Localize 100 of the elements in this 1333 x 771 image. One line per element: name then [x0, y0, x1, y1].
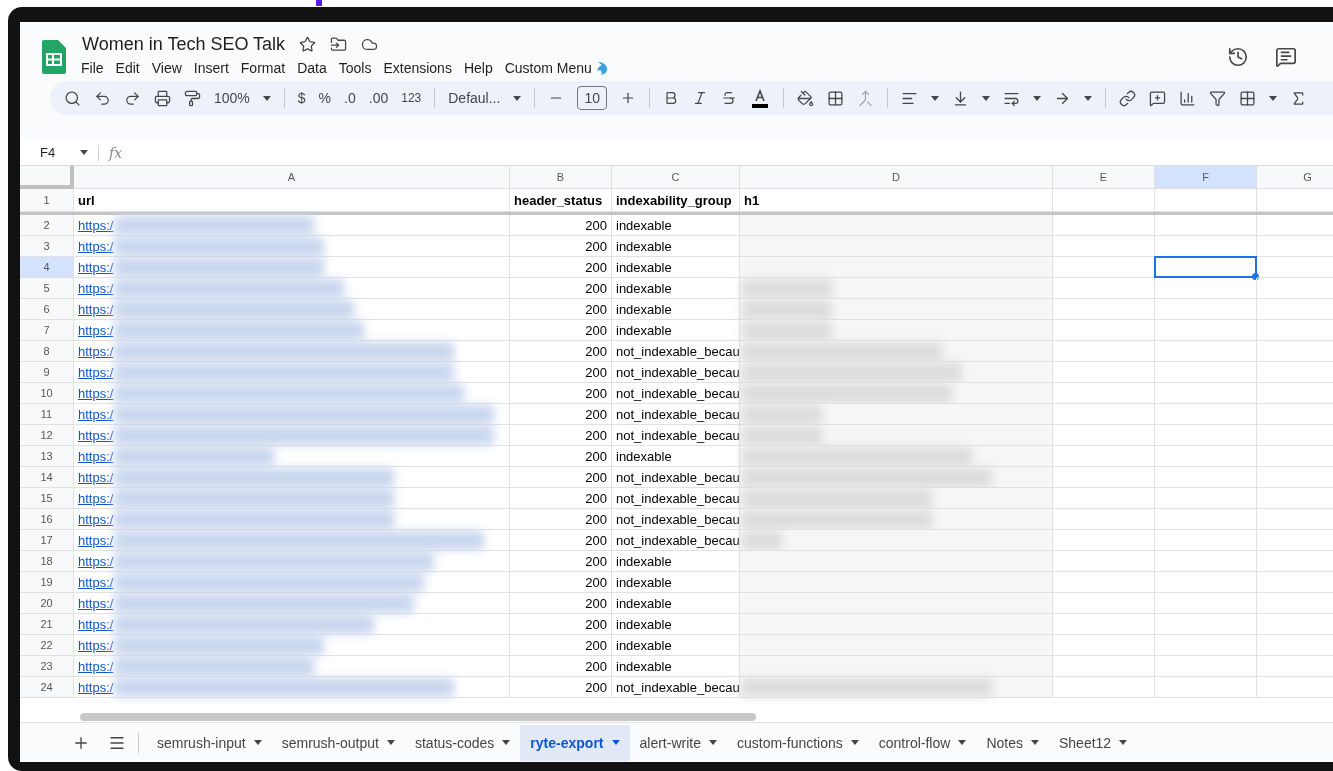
- column-header[interactable]: D: [740, 166, 1053, 189]
- empty-cell[interactable]: [1155, 530, 1257, 551]
- url-link[interactable]: https:/: [78, 280, 114, 296]
- url-link[interactable]: https:/: [78, 679, 114, 695]
- row-number[interactable]: 8: [20, 341, 74, 362]
- empty-cell[interactable]: [1155, 635, 1257, 656]
- empty-cell[interactable]: [1155, 656, 1257, 677]
- column-header[interactable]: A: [74, 166, 510, 189]
- row-number[interactable]: 18: [20, 551, 74, 572]
- sheet-tab[interactable]: custom-functions: [726, 724, 869, 761]
- sheet-tab[interactable]: Sheet12: [1048, 724, 1138, 761]
- merge-icon[interactable]: [856, 89, 874, 107]
- row-number[interactable]: 3: [20, 236, 74, 257]
- font-dropdown[interactable]: Defaul...: [448, 90, 501, 106]
- text-color-icon[interactable]: [749, 88, 770, 108]
- name-box[interactable]: F4: [40, 145, 70, 160]
- url-link[interactable]: https:/: [78, 217, 114, 233]
- row-number[interactable]: 9: [20, 362, 74, 383]
- url-link[interactable]: https:/: [78, 406, 114, 422]
- row-number[interactable]: 22: [20, 635, 74, 656]
- menu-item[interactable]: Data: [297, 60, 327, 76]
- row-number[interactable]: 11: [20, 404, 74, 425]
- sheet-tab[interactable]: Notes: [976, 724, 1049, 761]
- url-link[interactable]: https:/: [78, 532, 114, 548]
- comment-icon[interactable]: [1275, 46, 1297, 68]
- empty-cell[interactable]: [1155, 320, 1257, 341]
- column-header[interactable]: E: [1053, 166, 1155, 189]
- redo-icon[interactable]: [124, 89, 141, 107]
- row-number[interactable]: 20: [20, 593, 74, 614]
- history-icon[interactable]: [1227, 46, 1249, 68]
- strikethrough-icon[interactable]: [720, 90, 737, 106]
- column-header[interactable]: G: [1257, 166, 1333, 189]
- increase-decimal-button[interactable]: .00: [368, 90, 389, 106]
- empty-cell[interactable]: [1155, 446, 1257, 467]
- empty-cell[interactable]: [1155, 341, 1257, 362]
- sheet-tab[interactable]: status-codes: [405, 724, 521, 761]
- empty-cell[interactable]: [1155, 467, 1257, 488]
- fill-handle[interactable]: [1252, 273, 1259, 280]
- cell-selection[interactable]: [1154, 256, 1257, 278]
- row-number[interactable]: 1: [20, 189, 74, 212]
- row-number[interactable]: 6: [20, 299, 74, 320]
- empty-cell[interactable]: [1155, 677, 1257, 698]
- empty-cell[interactable]: [1155, 572, 1257, 593]
- url-link[interactable]: https:/: [78, 616, 114, 632]
- url-link[interactable]: https:/: [78, 511, 114, 527]
- url-link[interactable]: https:/: [78, 448, 114, 464]
- print-icon[interactable]: [154, 89, 171, 107]
- star-icon[interactable]: [299, 36, 317, 53]
- row-number[interactable]: 16: [20, 509, 74, 530]
- url-link[interactable]: https:/: [78, 469, 114, 485]
- row-number[interactable]: 2: [20, 215, 74, 236]
- column-header[interactable]: B: [510, 166, 612, 189]
- row-number[interactable]: 4: [20, 257, 74, 278]
- url-link[interactable]: https:/: [78, 427, 114, 443]
- row-number[interactable]: 19: [20, 572, 74, 593]
- menu-item[interactable]: Edit: [115, 60, 140, 76]
- row-number[interactable]: 13: [20, 446, 74, 467]
- sheet-tab[interactable]: alert-write: [629, 724, 727, 761]
- url-link[interactable]: https:/: [78, 574, 114, 590]
- filter-icon[interactable]: [1208, 89, 1226, 107]
- empty-cell[interactable]: [1155, 383, 1257, 404]
- decrease-decimal-button[interactable]: .0: [344, 90, 356, 106]
- zoom-dropdown[interactable]: 100%: [214, 90, 250, 106]
- link-icon[interactable]: [1118, 89, 1136, 107]
- row-number[interactable]: 15: [20, 488, 74, 509]
- menu-item[interactable]: Format: [240, 60, 286, 76]
- menu-item[interactable]: File: [81, 60, 104, 76]
- filter-views-icon[interactable]: [1238, 89, 1256, 107]
- row-number[interactable]: 21: [20, 614, 74, 635]
- empty-cell[interactable]: [1155, 278, 1257, 299]
- empty-cell[interactable]: [1155, 509, 1257, 530]
- column-header[interactable]: F: [1155, 166, 1257, 189]
- url-link[interactable]: https:/: [78, 259, 114, 275]
- empty-cell[interactable]: [1155, 614, 1257, 635]
- url-link[interactable]: https:/: [78, 343, 114, 359]
- row-number[interactable]: 7: [20, 320, 74, 341]
- row-number[interactable]: 17: [20, 530, 74, 551]
- url-link[interactable]: https:/: [78, 490, 114, 506]
- menu-item[interactable]: Custom Menu: [504, 60, 592, 76]
- undo-icon[interactable]: [94, 89, 111, 107]
- empty-cell[interactable]: [1155, 299, 1257, 320]
- row-number[interactable]: 12: [20, 425, 74, 446]
- row-number[interactable]: 23: [20, 656, 74, 677]
- add-comment-icon[interactable]: [1148, 89, 1166, 107]
- row-number[interactable]: 14: [20, 467, 74, 488]
- horizontal-scrollbar[interactable]: [80, 713, 756, 721]
- empty-cell[interactable]: [1155, 215, 1257, 236]
- url-link[interactable]: https:/: [78, 637, 114, 653]
- chart-icon[interactable]: [1178, 89, 1196, 107]
- select-all-corner[interactable]: [20, 166, 74, 189]
- row-number[interactable]: 10: [20, 383, 74, 404]
- sheet-tab[interactable]: control-flow: [868, 724, 977, 761]
- menu-item[interactable]: Tools: [338, 60, 372, 76]
- url-link[interactable]: https:/: [78, 301, 114, 317]
- column-header[interactable]: C: [612, 166, 740, 189]
- url-link[interactable]: https:/: [78, 658, 114, 674]
- url-link[interactable]: https:/: [78, 595, 114, 611]
- sheet-tab[interactable]: ryte-export: [520, 724, 630, 761]
- row-number[interactable]: 24: [20, 677, 74, 698]
- search-icon[interactable]: [64, 89, 81, 107]
